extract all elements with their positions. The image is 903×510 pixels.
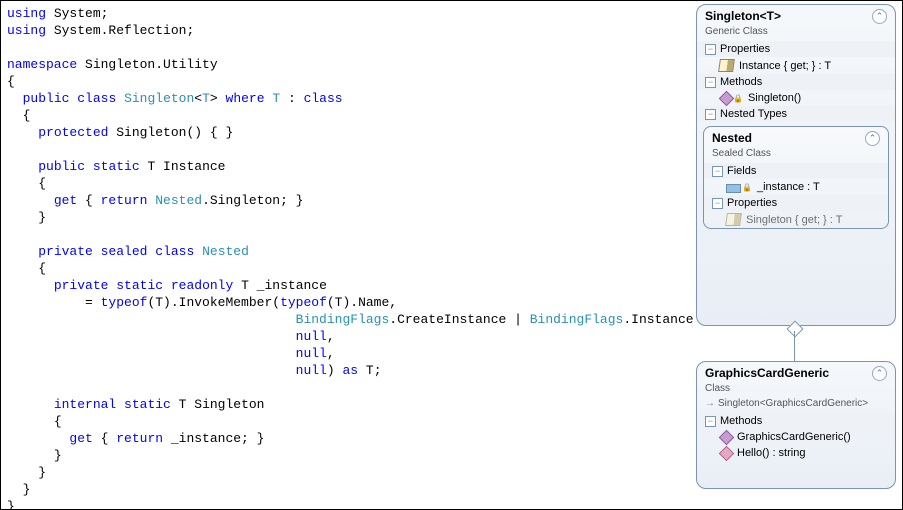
section-properties[interactable]: − Properties [704,195,888,211]
method-item[interactable]: 🔒 Singleton() [697,90,895,106]
method-item[interactable]: GraphicsCardGeneric() [697,429,895,445]
section-methods[interactable]: − Methods [697,74,895,90]
collapse-icon[interactable]: ⌃ [865,131,880,146]
class-subtitle: Generic Class [697,26,895,41]
method-icon [719,432,732,443]
section-methods[interactable]: − Methods [697,413,895,429]
class-subtitle: Sealed Class [704,148,888,163]
class-diagram-pane: Singleton<T> ⌃ Generic Class − Propertie… [694,1,902,509]
section-fields[interactable]: − Fields [704,163,888,179]
collapse-icon[interactable]: ⌃ [872,9,887,24]
minus-icon: − [705,416,716,427]
field-item[interactable]: 🔒 _instance : T [704,179,888,195]
inheritance-line [794,331,796,361]
class-title: GraphicsCardGeneric [705,366,829,380]
class-subtitle: Class [697,383,895,398]
class-title: Singleton<T> [705,9,781,23]
code-editor[interactable]: using System; using System.Reflection; n… [1,1,694,509]
class-box-nested[interactable]: Nested ⌃ Sealed Class − Fields 🔒 _instan… [703,126,889,229]
method-item[interactable]: Hello() : string [697,445,895,461]
minus-icon: − [712,198,723,209]
property-item[interactable]: Instance { get; } : T [697,57,895,74]
section-nested-types[interactable]: − Nested Types [697,106,895,122]
collapse-icon[interactable]: ⌃ [872,366,887,381]
minus-icon: − [705,77,716,88]
lock-icon: 🔒 [742,183,752,192]
property-item[interactable]: Singleton { get; } : T [704,211,888,228]
inherits-row: → Singleton<GraphicsCardGeneric> [697,398,895,413]
field-icon [726,184,741,193]
minus-icon: − [705,44,716,55]
class-box-graphics[interactable]: GraphicsCardGeneric ⌃ Class → Singleton<… [696,361,896,489]
class-title: Nested [712,131,752,145]
main-container: using System; using System.Reflection; n… [0,0,903,510]
property-icon [725,213,742,226]
method-icon [719,448,732,459]
minus-icon: − [705,109,716,120]
minus-icon: − [712,166,723,177]
class-box-singleton[interactable]: Singleton<T> ⌃ Generic Class − Propertie… [696,4,896,326]
method-icon [719,93,732,104]
section-properties[interactable]: − Properties [697,41,895,57]
arrow-icon: → [705,398,715,409]
property-icon [718,59,735,72]
